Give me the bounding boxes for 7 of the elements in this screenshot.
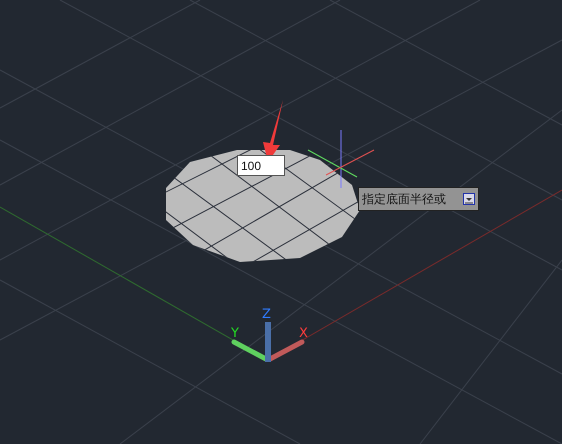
dynamic-input-field[interactable]: 100 xyxy=(237,155,285,176)
drawing-viewport[interactable]: Z Y X 100 指定底面半径或 xyxy=(0,0,562,444)
crosshair-cursor xyxy=(308,130,374,188)
axis-label: Y xyxy=(231,326,239,341)
axis-label: X xyxy=(299,326,308,341)
axis-label: Z xyxy=(262,307,271,322)
tooltip-text: 指定底面半径或 xyxy=(362,190,446,208)
